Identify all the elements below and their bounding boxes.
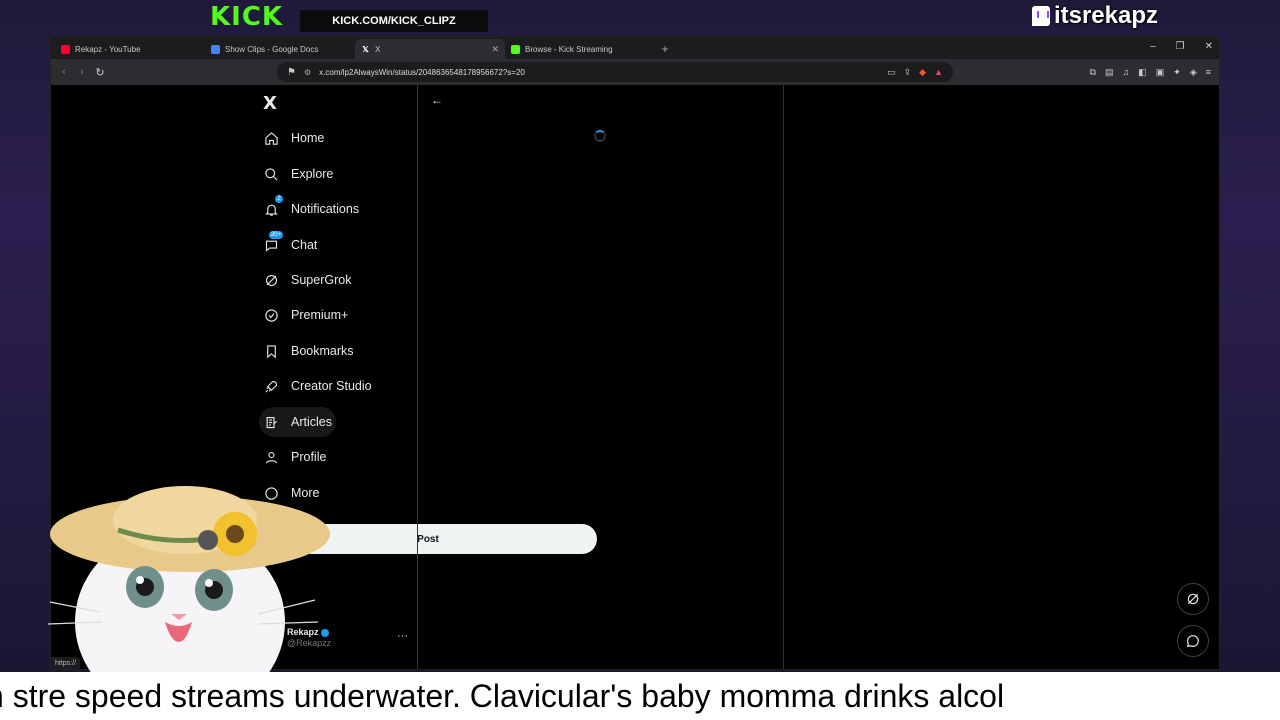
bell-icon: 2 bbox=[263, 195, 283, 217]
menu-icon[interactable]: ≡ bbox=[1206, 67, 1211, 78]
kick-logo: KICK bbox=[210, 2, 284, 32]
minimize-icon[interactable]: – bbox=[1150, 41, 1156, 52]
brave-rewards-icon[interactable]: ▲ bbox=[934, 67, 943, 78]
new-tab-button[interactable]: + bbox=[655, 39, 675, 59]
rocket-icon bbox=[263, 378, 279, 394]
media-icon[interactable]: ♫ bbox=[1122, 67, 1129, 78]
x-logo[interactable]: X bbox=[263, 93, 277, 114]
cast-icon[interactable]: ▭ bbox=[887, 67, 896, 78]
sidebar-item-bookmarks[interactable]: Bookmarks bbox=[259, 336, 358, 366]
x-icon: 𝕏 bbox=[362, 44, 369, 54]
sidebar-item-label: Creator Studio bbox=[291, 379, 372, 393]
tab-label: X bbox=[375, 44, 381, 54]
sidebar-item-premium[interactable]: Premium+ bbox=[259, 300, 352, 330]
brave-shield-icon[interactable]: ◆ bbox=[919, 67, 926, 78]
sidebar-item-notifications[interactable]: 2 Notifications bbox=[259, 194, 363, 224]
sidebar-icon[interactable]: ◧ bbox=[1138, 67, 1147, 78]
sidebar-item-label: Explore bbox=[291, 167, 334, 181]
close-window-icon[interactable]: ✕ bbox=[1205, 41, 1213, 52]
sidebar-item-supergrok[interactable]: SuperGrok bbox=[259, 265, 355, 295]
reader-icon[interactable]: ▤ bbox=[1105, 67, 1114, 78]
grok-float-button[interactable] bbox=[1177, 583, 1209, 615]
sidebar-item-label: Bookmarks bbox=[291, 344, 354, 358]
leo-icon[interactable]: ✦ bbox=[1173, 67, 1181, 78]
tab-label: Browse - Kick Streaming bbox=[525, 44, 613, 54]
site-info-icon[interactable]: ⚙ bbox=[304, 68, 311, 77]
sidebar-item-explore[interactable]: Explore bbox=[259, 159, 337, 189]
window-controls: – ❐ ✕ bbox=[1150, 41, 1213, 52]
tab-label: Show Clips - Google Docs bbox=[225, 44, 319, 54]
reload-icon[interactable]: ↻ bbox=[91, 66, 109, 79]
grok-icon bbox=[1187, 593, 1199, 605]
vpn-icon[interactable]: ◈ bbox=[1190, 67, 1197, 78]
sidebar-item-articles[interactable]: Articles bbox=[259, 407, 336, 437]
news-ticker: n stre speed streams underwater. Clavicu… bbox=[0, 672, 1280, 720]
notification-badge: 2 bbox=[275, 195, 283, 203]
sidebar-item-label: Home bbox=[291, 131, 325, 145]
tab-youtube[interactable]: Rekapz - YouTube bbox=[55, 39, 205, 59]
tab-label: Rekapz - YouTube bbox=[75, 44, 141, 54]
kick-icon bbox=[511, 44, 520, 54]
bookmark-star-icon[interactable]: ⚑ bbox=[287, 67, 296, 78]
chat-badge: 20+ bbox=[268, 231, 283, 239]
bookmark-icon bbox=[263, 343, 279, 359]
youtube-icon bbox=[61, 44, 70, 54]
twitch-handle-text: itsrekapz bbox=[1053, 2, 1158, 29]
back-arrow-icon[interactable]: ← bbox=[431, 93, 443, 107]
extensions-area: ⧉ ▤ ♫ ◧ ▣ ✦ ◈ ≡ bbox=[1090, 67, 1211, 78]
close-icon[interactable]: ✕ bbox=[491, 44, 499, 55]
tab-google-docs[interactable]: Show Clips - Google Docs bbox=[205, 39, 355, 59]
sidebar-item-chat[interactable]: 20+ Chat bbox=[259, 230, 321, 260]
docs-icon bbox=[211, 44, 220, 54]
twitch-handle: itsrekapz bbox=[1031, 2, 1158, 30]
address-bar[interactable]: ⚑ ⚙ ▭ ⇪ ◆ ▲ bbox=[277, 62, 953, 82]
sidebar-item-label: Notifications bbox=[291, 202, 360, 216]
twitch-icon bbox=[1031, 6, 1050, 26]
chat-icon: 20+ bbox=[263, 231, 283, 253]
forward-icon[interactable]: › bbox=[73, 66, 91, 78]
kick-channel-banner: KICK.COM/KICK_CLIPZ bbox=[300, 10, 488, 32]
articles-icon bbox=[263, 414, 279, 430]
sidebar-item-label: Chat bbox=[291, 238, 318, 252]
address-actions: ▭ ⇪ ◆ ▲ bbox=[887, 67, 943, 78]
grok-icon bbox=[263, 272, 279, 288]
tab-bar: Rekapz - YouTube Show Clips - Google Doc… bbox=[51, 37, 1219, 59]
maximize-icon[interactable]: ❐ bbox=[1176, 41, 1185, 52]
account-more-icon[interactable]: ··· bbox=[397, 630, 408, 642]
home-icon bbox=[263, 130, 279, 146]
ticker-text: n stre speed streams underwater. Clavicu… bbox=[0, 678, 1005, 714]
share-icon[interactable]: ⇪ bbox=[904, 67, 912, 78]
chat-float-button[interactable] bbox=[1177, 625, 1209, 657]
browser-toolbar: ‹ › ↻ ⚑ ⚙ ▭ ⇪ ◆ ▲ ⧉ ▤ ♫ ◧ ▣ ✦ ◈ ≡ bbox=[51, 59, 1219, 85]
search-icon bbox=[263, 166, 279, 182]
extension-icon[interactable]: ⧉ bbox=[1090, 67, 1096, 78]
sidebar-item-home[interactable]: Home bbox=[259, 123, 328, 153]
tab-kick[interactable]: Browse - Kick Streaming bbox=[505, 39, 655, 59]
loading-spinner bbox=[594, 130, 606, 142]
premium-icon bbox=[263, 307, 279, 323]
url-input[interactable] bbox=[319, 67, 840, 77]
sidebar-item-label: SuperGrok bbox=[291, 273, 352, 287]
column-divider bbox=[417, 85, 418, 669]
back-icon[interactable]: ‹ bbox=[55, 66, 73, 78]
message-icon bbox=[1186, 635, 1199, 648]
sidebar-item-label: Articles bbox=[291, 415, 332, 429]
wallet-icon[interactable]: ▣ bbox=[1156, 67, 1165, 78]
tab-x[interactable]: 𝕏 X ✕ bbox=[355, 39, 505, 59]
sidebar-item-label: Premium+ bbox=[291, 308, 349, 322]
column-divider bbox=[783, 85, 784, 669]
sidebar-item-creator-studio[interactable]: Creator Studio bbox=[259, 371, 376, 401]
